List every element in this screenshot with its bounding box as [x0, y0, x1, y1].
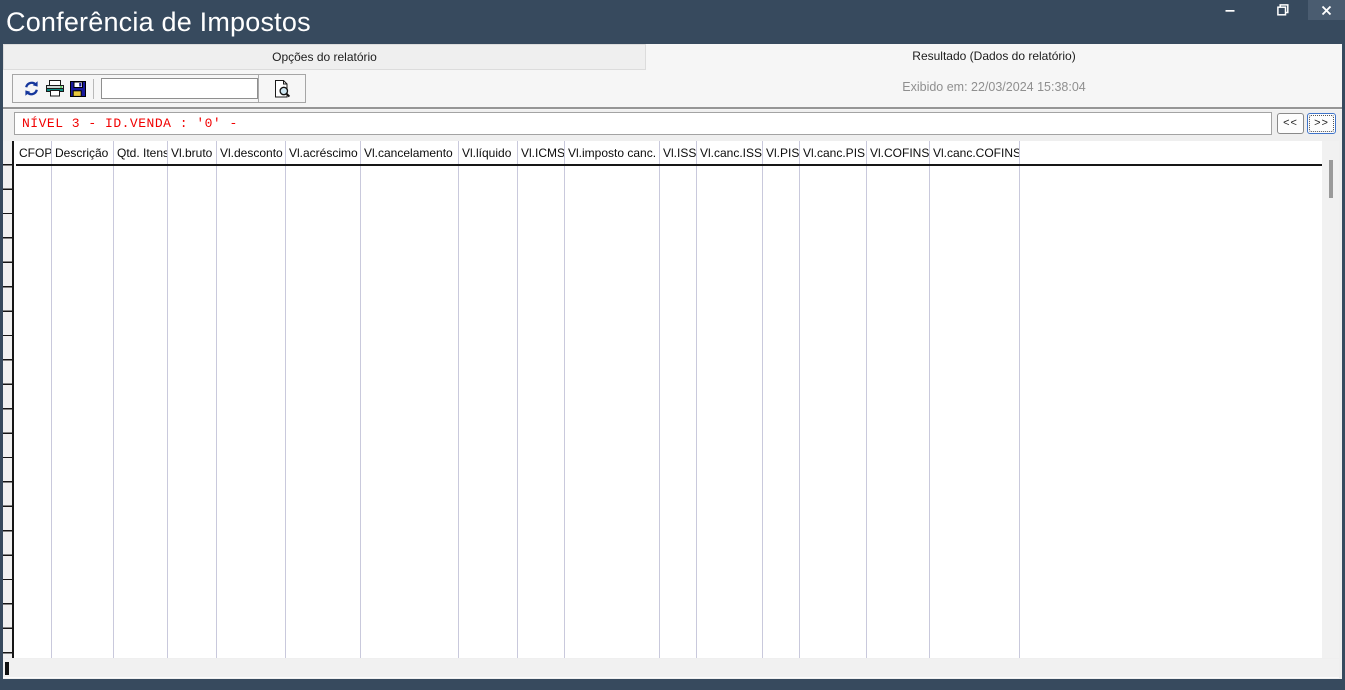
column-header-label: Vl.COFINS	[867, 141, 929, 160]
displayed-at-text: Exibido em: 22/03/2024 15:38:04	[646, 80, 1342, 94]
close-button[interactable]	[1308, 0, 1345, 20]
prev-page-button[interactable]: <<	[1277, 113, 1304, 134]
column-header-label: Vl.canc.COFINS	[930, 141, 1019, 160]
title-bar: Conferência de Impostos	[0, 0, 1345, 44]
preview-button[interactable]	[270, 77, 294, 101]
tab-report-options[interactable]: Opções do relatório	[3, 44, 646, 70]
grid-indicator-column	[3, 141, 14, 658]
refresh-button[interactable]	[20, 77, 43, 101]
window-border-bottom	[0, 679, 1345, 690]
window-controls	[1202, 0, 1345, 20]
tab-report-result[interactable]: Resultado (Dados do relatório)	[646, 44, 1342, 70]
column-header-label: Vl.imposto canc.	[565, 141, 659, 160]
column-header-vl-canc-pis[interactable]: Vl.canc.PIS	[800, 141, 867, 658]
level-banner-text: NÍVEL 3 - ID.VENDA : '0' -	[22, 116, 238, 131]
column-header-label: Vl.cancelamento	[361, 141, 458, 160]
app-window: Conferência de Impostos Opções do relató…	[0, 0, 1345, 690]
window-title: Conferência de Impostos	[6, 1, 311, 43]
column-header-label: Vl.ISS	[660, 141, 696, 160]
column-header-vl-canc-iss[interactable]: Vl.canc.ISS	[697, 141, 763, 658]
close-icon	[1321, 5, 1332, 16]
column-header-label: Vl.ICMS	[518, 141, 564, 160]
save-icon	[70, 81, 86, 97]
column-header-vl-icms[interactable]: Vl.ICMS	[518, 141, 565, 658]
h-scroll-thumb[interactable]	[5, 662, 9, 675]
toolbar-separator	[93, 79, 94, 99]
panel-divider	[0, 107, 1345, 109]
print-button[interactable]	[43, 77, 66, 101]
column-header-vl-cofins[interactable]: Vl.COFINS	[867, 141, 930, 658]
column-header-label: Descrição	[52, 141, 113, 160]
column-header-qtd-itens[interactable]: Qtd. Itens	[114, 141, 168, 658]
restore-button[interactable]	[1258, 0, 1308, 20]
column-header-cfop[interactable]: CFOP	[16, 141, 52, 658]
refresh-icon	[23, 80, 40, 97]
column-header-label: Vl.desconto	[217, 141, 285, 160]
print-icon	[45, 80, 65, 97]
column-header-label: Vl.canc.PIS	[800, 141, 866, 160]
minimize-button[interactable]	[1202, 0, 1258, 20]
column-header-label: Vl.canc.ISS	[697, 141, 762, 160]
data-grid: CFOP Descrição Qtd. Itens Vl.bruto Vl.de…	[3, 141, 1322, 658]
column-header-vl-iss[interactable]: Vl.ISS	[660, 141, 697, 658]
level-banner: NÍVEL 3 - ID.VENDA : '0' -	[14, 112, 1272, 135]
tab-strip: Opções do relatório Resultado (Dados do …	[3, 44, 1342, 70]
column-header-vl-liquido[interactable]: Vl.líquido	[459, 141, 518, 658]
vertical-scrollbar[interactable]	[1322, 141, 1339, 658]
v-scroll-thumb[interactable]	[1329, 160, 1333, 198]
column-header-label: Qtd. Itens	[114, 141, 167, 160]
column-header-vl-canc-cofins[interactable]: Vl.canc.COFINS	[930, 141, 1020, 658]
column-header-label: Vl.líquido	[459, 141, 517, 160]
prev-page-label: <<	[1283, 117, 1298, 129]
window-border-left	[0, 44, 3, 690]
column-header-vl-pis[interactable]: Vl.PIS	[763, 141, 800, 658]
horizontal-scrollbar[interactable]	[3, 659, 1339, 678]
preview-icon	[273, 80, 291, 98]
results-panel: NÍVEL 3 - ID.VENDA : '0' - << >> CFOP De…	[3, 110, 1342, 679]
preview-cell	[258, 75, 305, 102]
column-header-label: Vl.acréscimo	[286, 141, 360, 160]
save-button[interactable]	[66, 77, 89, 101]
column-header-descricao[interactable]: Descrição	[52, 141, 114, 658]
column-header-vl-bruto[interactable]: Vl.bruto	[168, 141, 217, 658]
restore-icon	[1277, 4, 1289, 16]
column-header-vl-acrescimo[interactable]: Vl.acréscimo	[286, 141, 361, 658]
column-header-vl-imposto-canc[interactable]: Vl.imposto canc.	[565, 141, 660, 658]
column-header-label: Vl.bruto	[168, 141, 216, 160]
next-page-label: >>	[1314, 117, 1329, 129]
filter-input[interactable]	[101, 78, 258, 99]
header-underline	[16, 164, 1322, 166]
column-header-vl-desconto[interactable]: Vl.desconto	[217, 141, 286, 658]
column-header-label: CFOP	[16, 141, 51, 160]
column-header-vl-cancelamento[interactable]: Vl.cancelamento	[361, 141, 459, 658]
next-page-button[interactable]: >>	[1307, 113, 1336, 134]
toolbar	[12, 74, 306, 103]
tab-report-result-label: Resultado (Dados do relatório)	[912, 49, 1075, 63]
tab-report-options-label: Opções do relatório	[272, 50, 377, 64]
column-header-label: Vl.PIS	[763, 141, 799, 160]
minimize-icon	[1225, 5, 1235, 15]
